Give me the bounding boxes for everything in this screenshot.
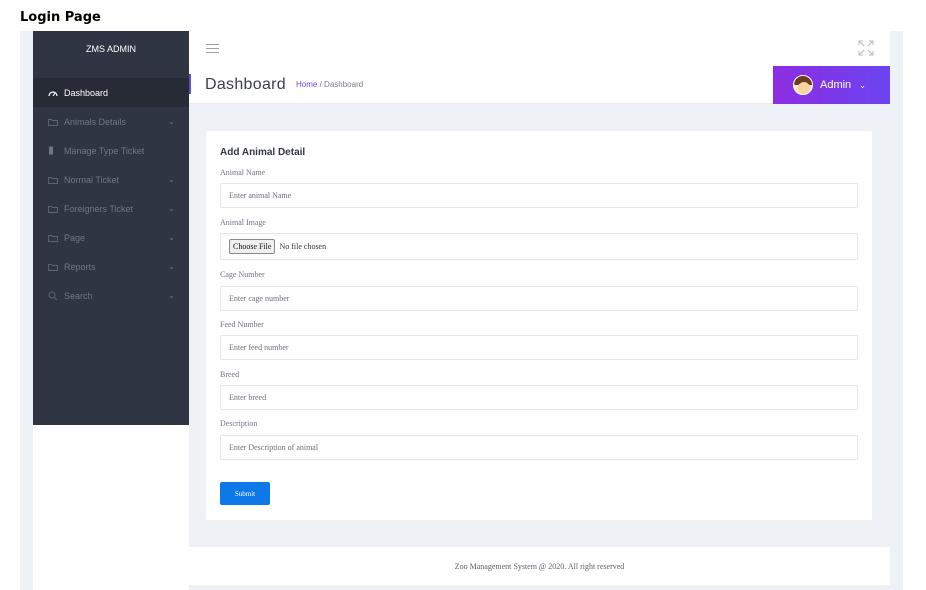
chevron-down-icon: ⌄: [168, 262, 175, 271]
app-window: ZMS ADMIN Dashboard Animals Details ⌄ Ma…: [20, 31, 903, 590]
breadcrumb: Home / Dashboard: [296, 80, 363, 89]
animal-image-label: Animal Image: [220, 218, 266, 227]
sidebar-item-label: Manage Type Ticket: [64, 145, 145, 156]
sidebar-item-label: Foreigners Ticket: [64, 203, 134, 214]
sidebar-item-reports[interactable]: Reports ⌄: [33, 252, 189, 281]
sidebar-item-label: Search: [64, 290, 93, 301]
file-status-text: No file chosen: [279, 242, 327, 251]
sidebar-item-label: Normal Ticket: [64, 174, 120, 185]
sidebar-footer-area: [33, 425, 189, 590]
choose-file-button[interactable]: Choose File: [229, 239, 276, 254]
breed-input[interactable]: [220, 385, 858, 410]
folder-icon: [47, 234, 59, 242]
chevron-down-icon: ⌄: [168, 233, 175, 242]
header-accent-bar: [189, 74, 191, 94]
description-label: Description: [220, 419, 258, 428]
cage-number-input[interactable]: [220, 286, 858, 311]
page-footer: Zoo Management System @ 2020. All right …: [189, 547, 890, 585]
avatar: [793, 75, 813, 95]
document-caption: Login Page: [20, 10, 101, 25]
breadcrumb-current: Dashboard: [324, 80, 364, 89]
add-animal-form-card: Add Animal Detail Animal Name Animal Ima…: [206, 131, 872, 520]
hamburger-menu-icon[interactable]: [206, 44, 219, 53]
sidebar-item-label: Dashboard: [64, 87, 109, 98]
fullscreen-icon[interactable]: [858, 40, 874, 56]
animal-name-label: Animal Name: [220, 168, 266, 177]
feed-number-label: Feed Number: [220, 320, 264, 329]
description-input[interactable]: [220, 435, 858, 460]
breed-label: Breed: [220, 370, 240, 379]
sidebar-item-search[interactable]: Search ⌄: [33, 281, 189, 310]
sidebar-item-label: Reports: [64, 261, 96, 272]
folder-icon: [47, 176, 59, 184]
form-title: Add Animal Detail: [220, 147, 306, 158]
sidebar-item-page[interactable]: Page ⌄: [33, 223, 189, 252]
submit-button[interactable]: Submit: [220, 482, 270, 505]
search-icon: [47, 291, 59, 301]
folder-icon: [47, 205, 59, 213]
sidebar-item-manage-type-ticket[interactable]: Manage Type Ticket: [33, 136, 189, 165]
sidebar: ZMS ADMIN Dashboard Animals Details ⌄ Ma…: [33, 31, 189, 425]
breadcrumb-home-link[interactable]: Home: [296, 80, 317, 89]
chevron-down-icon: ⌄: [168, 291, 175, 300]
breadcrumb-separator: /: [319, 80, 322, 89]
sidebar-brand[interactable]: ZMS ADMIN: [33, 31, 189, 66]
user-menu-button[interactable]: Admin ⌄: [773, 66, 890, 104]
folder-icon: [47, 118, 59, 126]
sidebar-item-foreigners-ticket[interactable]: Foreigners Ticket ⌄: [33, 194, 189, 223]
sidebar-item-dashboard[interactable]: Dashboard: [33, 78, 189, 107]
user-menu-label: Admin: [820, 79, 852, 91]
sidebar-item-label: Page: [64, 232, 86, 243]
chevron-down-icon: ⌄: [859, 80, 866, 90]
page-title: Dashboard: [205, 76, 286, 93]
animal-name-input[interactable]: [220, 183, 858, 208]
cage-number-label: Cage Number: [220, 270, 265, 279]
sidebar-item-label: Animals Details: [64, 116, 127, 127]
folder-icon: [47, 263, 59, 271]
chevron-down-icon: ⌄: [168, 175, 175, 184]
chevron-down-icon: ⌄: [168, 204, 175, 213]
page-header: Dashboard Home / Dashboard Admin ⌄: [189, 66, 890, 104]
animal-image-file-input: Choose File No file chosen: [220, 233, 858, 260]
top-bar: [189, 31, 890, 66]
bookmark-icon: [47, 146, 59, 155]
sidebar-item-animals-details[interactable]: Animals Details ⌄: [33, 107, 189, 136]
chevron-down-icon: ⌄: [168, 117, 175, 126]
dashboard-icon: [47, 89, 59, 97]
sidebar-item-normal-ticket[interactable]: Normal Ticket ⌄: [33, 165, 189, 194]
feed-number-input[interactable]: [220, 335, 858, 360]
